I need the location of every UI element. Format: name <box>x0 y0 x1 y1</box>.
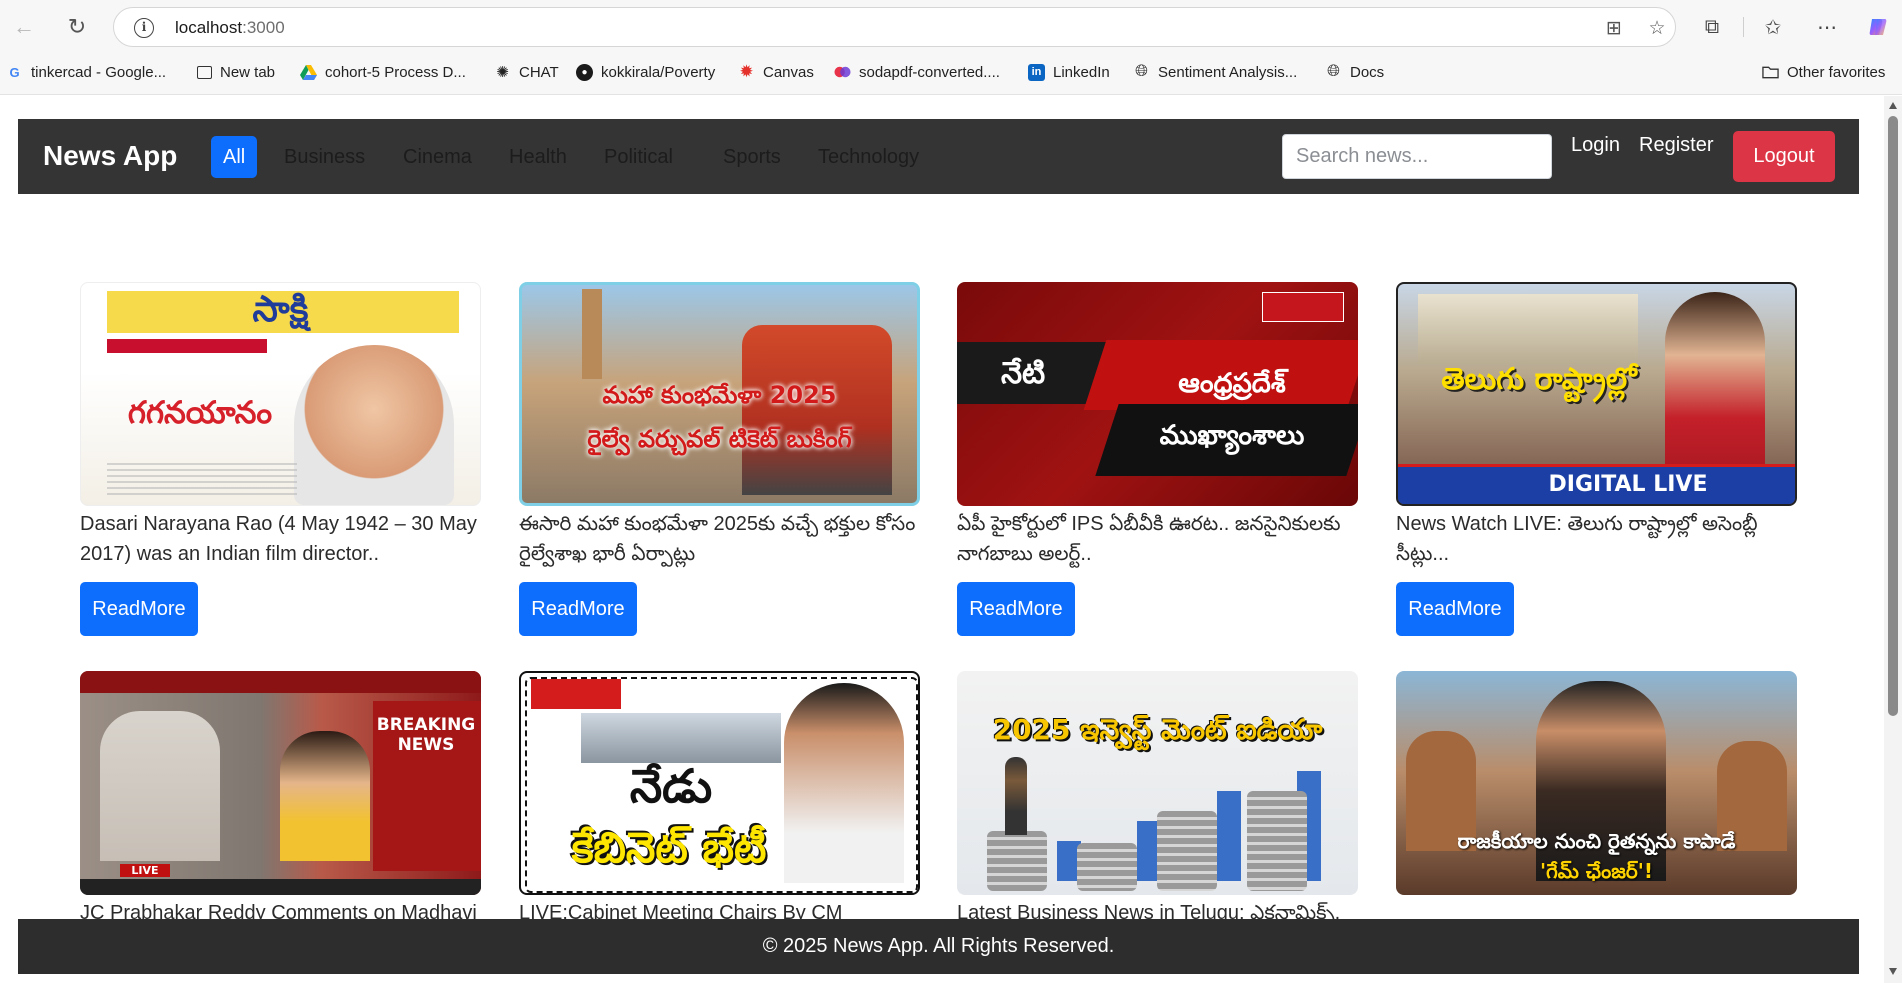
category-health[interactable]: Health <box>497 136 579 178</box>
category-cinema[interactable]: Cinema <box>391 136 484 178</box>
news-thumbnail[interactable]: రాజకీయాల నుంచి రైతన్నను కాపాడే 'గేమ్ ఛేం… <box>1396 671 1797 895</box>
scrollbar-thumb[interactable] <box>1888 116 1898 716</box>
favorites-icon[interactable]: ✩ <box>1757 11 1789 43</box>
app-navbar: News App All Business Cinema Health Poli… <box>18 119 1859 194</box>
page-scrollbar[interactable] <box>1884 96 1902 983</box>
back-arrow-icon[interactable]: ← <box>8 11 40 43</box>
news-card: BREAKING NEWS LIVE JC Prabhakar Reddy Co… <box>80 671 481 928</box>
bookmark-sentiment[interactable]: 🌐︎ Sentiment Analysis... <box>1133 58 1297 86</box>
news-title: News Watch LIVE: తెలుగు రాష్ట్రాల్లో అసె… <box>1396 513 1758 565</box>
reload-icon[interactable]: ↻ <box>61 11 93 43</box>
other-favorites[interactable]: Other favorites <box>1762 58 1885 86</box>
category-political[interactable]: Political <box>592 136 685 178</box>
news-thumbnail[interactable]: సాక్షి గగనయానం <box>80 282 481 506</box>
copilot-icon[interactable] <box>1862 11 1894 43</box>
drive-icon <box>300 64 317 81</box>
favorite-star-icon[interactable]: ☆ <box>1645 16 1669 40</box>
chatgpt-icon: ✺ <box>496 64 509 81</box>
news-card: రాజకీయాల నుంచి రైతన్నను కాపాడే 'గేమ్ ఛేం… <box>1396 671 1797 898</box>
page-viewport: News App All Business Cinema Health Poli… <box>0 96 1884 983</box>
google-icon: G <box>9 64 20 80</box>
linkedin-icon: in <box>1028 63 1045 81</box>
brand-logo[interactable]: News App <box>43 140 177 172</box>
address-url[interactable]: localhost:3000 <box>175 18 285 38</box>
site-info-icon[interactable]: i <box>134 18 154 38</box>
category-all[interactable]: All <box>211 136 258 178</box>
logout-button[interactable]: Logout <box>1733 131 1835 182</box>
bookmark-sodapdf[interactable]: sodapdf-converted.... <box>834 58 1000 86</box>
bookmark-canvas[interactable]: ✹ Canvas <box>738 58 813 86</box>
category-business[interactable]: Business <box>272 136 377 178</box>
news-title: ఈసారి మహా కుంభమేళా 2025కు వచ్చే భక్తుల క… <box>519 513 916 565</box>
address-bar[interactable]: i localhost:3000 ⊞ ☆ <box>113 7 1676 47</box>
news-title: ఏపీ హైకోర్టులో IPS ఏబీవీకి ఊరట.. జనసైనిక… <box>957 513 1341 565</box>
news-thumbnail[interactable]: 2025 ఇన్వెస్ట్ మెంట్ ఐడియా <box>957 671 1358 895</box>
category-sports[interactable]: Sports <box>711 136 793 178</box>
news-card: తెలుగు రాష్ట్రాల్లో DIGITAL LIVE News Wa… <box>1396 282 1797 636</box>
bookmark-linkedin[interactable]: in LinkedIn <box>1028 58 1110 86</box>
bookmark-github[interactable]: ● kokkirala/Poverty <box>576 58 715 86</box>
category-technology[interactable]: Technology <box>806 136 931 178</box>
globe-icon: 🌐︎ <box>1135 63 1148 80</box>
page-footer: © 2025 News App. All Rights Reserved. <box>18 919 1859 974</box>
news-card: నేడు కేబినెట్ భేటీ LIVE:Cabinet Meeting … <box>519 671 920 928</box>
new-tab-icon <box>197 65 212 79</box>
news-card: సాక్షి గగనయానం Dasari Narayana Rao (4 Ma… <box>80 282 481 636</box>
news-thumbnail[interactable]: నేడు కేబినెట్ భేటీ <box>519 671 920 895</box>
github-icon: ● <box>576 63 593 81</box>
browser-toolbar: ← ↻ i localhost:3000 ⊞ ☆ ⧉ ✩ ⋯ Gtinkerca… <box>0 0 1902 95</box>
scroll-down-icon[interactable] <box>1889 968 1897 975</box>
app-available-icon[interactable]: ⊞ <box>1602 16 1626 40</box>
canvas-icon: ✹ <box>739 62 754 81</box>
extensions-icon[interactable]: ⧉ <box>1696 11 1728 43</box>
bookmark-tinkercad[interactable]: Gtinkercad - Google... <box>6 58 166 86</box>
news-thumbnail[interactable]: తెలుగు రాష్ట్రాల్లో DIGITAL LIVE <box>1396 282 1797 506</box>
news-thumbnail[interactable]: నేటి ఆంధ్రప్రదేశ్ ముఖ్యాంశాలు <box>957 282 1358 506</box>
readmore-button[interactable]: ReadMore <box>519 582 637 636</box>
bookmark-cohort[interactable]: cohort-5 Process D... <box>300 58 466 86</box>
news-thumbnail[interactable]: మహా కుంభమేళా 2025 రైల్వే వర్చువల్ టికెట్… <box>519 282 920 506</box>
globe-icon: 🌐︎ <box>1327 63 1340 80</box>
news-card: నేటి ఆంధ్రప్రదేశ్ ముఖ్యాంశాలు ఏపీ హైకోర్… <box>957 282 1358 636</box>
readmore-button[interactable]: ReadMore <box>957 582 1075 636</box>
more-menu-icon[interactable]: ⋯ <box>1811 11 1843 43</box>
toolbar-divider <box>1743 17 1744 37</box>
bookmark-chat[interactable]: ✺ CHAT <box>494 58 559 86</box>
news-thumbnail[interactable]: BREAKING NEWS LIVE <box>80 671 481 895</box>
login-link[interactable]: Login <box>1571 134 1620 157</box>
bookmarks-bar: Gtinkercad - Google... New tab cohort-5 … <box>0 58 1902 86</box>
register-link[interactable]: Register <box>1639 134 1713 157</box>
readmore-button[interactable]: ReadMore <box>1396 582 1514 636</box>
news-title: Dasari Narayana Rao (4 May 1942 – 30 May… <box>80 513 477 565</box>
readmore-button[interactable]: ReadMore <box>80 582 198 636</box>
bookmark-new-tab[interactable]: New tab <box>197 58 275 86</box>
folder-icon <box>1762 64 1779 81</box>
search-input[interactable] <box>1282 134 1552 179</box>
scroll-up-icon[interactable] <box>1889 102 1897 109</box>
bookmark-docs[interactable]: 🌐︎ Docs <box>1325 58 1384 86</box>
soda-pdf-icon <box>834 64 851 81</box>
news-card: 2025 ఇన్వెస్ట్ మెంట్ ఐడియా Latest Busine… <box>957 671 1358 928</box>
news-card: మహా కుంభమేళా 2025 రైల్వే వర్చువల్ టికెట్… <box>519 282 920 636</box>
